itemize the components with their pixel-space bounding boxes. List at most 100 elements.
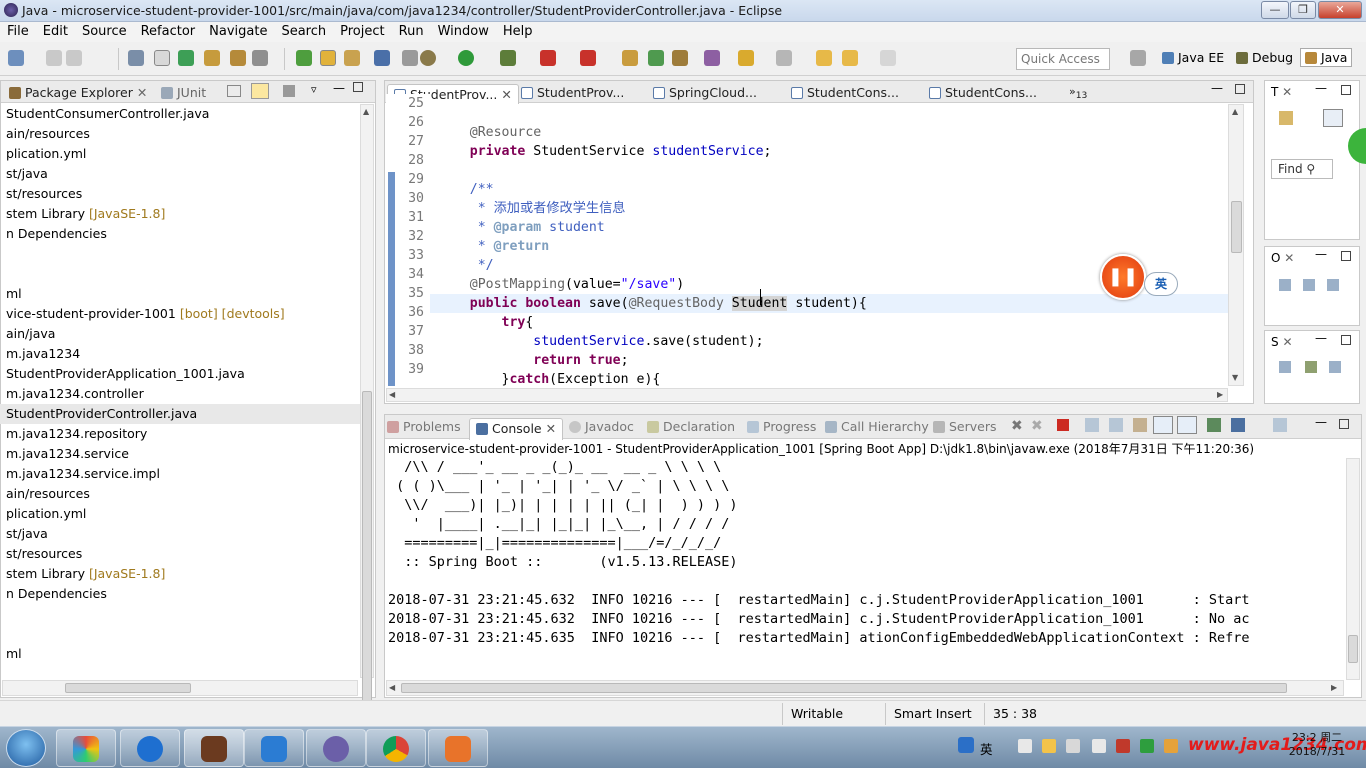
tree-item[interactable]: ain/resources (0, 484, 360, 504)
minimize-console-icon[interactable]: — (1315, 415, 1327, 429)
editor-tab-2[interactable]: StudentProv... (521, 85, 624, 105)
scroll-lock-icon[interactable] (1109, 418, 1123, 432)
tab-declaration[interactable]: Declaration (647, 419, 735, 439)
new-package-icon[interactable] (672, 50, 688, 66)
clear-console-icon[interactable] (1085, 418, 1099, 432)
tray-icon-4[interactable] (1092, 739, 1106, 753)
last-edit-icon[interactable] (880, 50, 896, 66)
forward-icon[interactable] (842, 50, 858, 66)
open-type-icon[interactable] (128, 50, 144, 66)
pin-icon[interactable] (296, 50, 312, 66)
scroll-left-icon[interactable]: ◀ (389, 683, 395, 692)
show-on-stdout-icon[interactable] (1153, 416, 1173, 434)
tree-item[interactable]: m.java1234.service (0, 444, 360, 464)
tree-item[interactable]: st/resources (0, 184, 360, 204)
coverage-icon[interactable] (500, 50, 516, 66)
console-vscroll-thumb[interactable] (1348, 635, 1358, 663)
package-icon[interactable] (230, 50, 246, 66)
maximize-editor-icon[interactable] (1235, 84, 1245, 94)
editor-tab-4[interactable]: StudentCons... (791, 85, 899, 105)
spring-view-icon-3[interactable] (1329, 361, 1341, 373)
find-input[interactable]: Find ⚲ (1271, 159, 1333, 179)
new-interface-icon[interactable] (704, 50, 720, 66)
tree-item[interactable]: st/java (0, 164, 360, 184)
tree-item[interactable]: stem Library [JavaSE-1.8] (0, 204, 360, 224)
build-icon[interactable] (204, 50, 220, 66)
word-wrap-icon[interactable] (1133, 418, 1147, 432)
new-icon[interactable] (8, 50, 24, 66)
scroll-up-icon[interactable]: ▲ (1232, 107, 1238, 116)
open-perspective-icon[interactable] (1130, 50, 1146, 66)
taskbar-app-1[interactable] (56, 729, 116, 767)
menu-source[interactable]: Source (75, 22, 134, 39)
save-icon[interactable] (46, 50, 62, 66)
display-console-icon[interactable] (1231, 418, 1245, 432)
open-task-icon[interactable] (622, 50, 638, 66)
tab-javadoc[interactable]: Javadoc (569, 419, 634, 439)
ime-language[interactable]: 英 (980, 739, 993, 758)
open-console-icon[interactable] (1273, 418, 1287, 432)
tree-item[interactable] (0, 604, 360, 624)
outline-view-tab[interactable]: O ✕ (1271, 251, 1294, 265)
remove-launch-icon[interactable]: ✖ (1011, 418, 1025, 434)
tree-item[interactable]: st/resources (0, 544, 360, 564)
tree-item[interactable]: StudentConsumerController.java (0, 104, 360, 124)
maximize-button[interactable]: ❐ (1290, 1, 1316, 19)
task-view-tab[interactable]: T ✕ (1271, 85, 1292, 99)
menu-run[interactable]: Run (392, 22, 431, 39)
menu-project[interactable]: Project (333, 22, 391, 39)
menu-file[interactable]: File (0, 22, 36, 39)
save-all-icon[interactable] (66, 50, 82, 66)
new-class-icon[interactable] (648, 50, 664, 66)
tree-item[interactable]: StudentProviderApplication_1001.java (0, 364, 360, 384)
minimize-view-icon[interactable]: — (1315, 81, 1327, 95)
quick-access-input[interactable]: Quick Access (1016, 48, 1110, 70)
stop-icon[interactable] (540, 50, 556, 66)
start-button[interactable] (6, 729, 46, 767)
word-wrap-icon[interactable] (402, 50, 418, 66)
minimize-view-icon[interactable]: — (1315, 331, 1327, 345)
tree-item[interactable]: ain/java (0, 324, 360, 344)
outline-hide-fields-icon[interactable] (1327, 279, 1339, 291)
outline-collapse-icon[interactable] (1279, 279, 1291, 291)
tree-item[interactable]: StudentProviderController.java (0, 404, 360, 424)
tab-junit[interactable]: JUnit (161, 85, 206, 105)
view-menu-icon[interactable]: ▿ (311, 83, 317, 96)
package-tree-hscroll-thumb[interactable] (65, 683, 191, 693)
tab-servers[interactable]: Servers (933, 419, 997, 439)
spring-icon[interactable] (178, 50, 194, 66)
terminate-icon[interactable] (1057, 419, 1069, 431)
taskbar-app-7[interactable] (428, 729, 488, 767)
back-icon[interactable] (816, 50, 832, 66)
tab-package-explorer[interactable]: Package Explorer ✕ (9, 85, 147, 105)
maximize-console-icon[interactable] (1339, 419, 1349, 429)
editor-hscrollbar[interactable]: ◀ ▶ (386, 388, 1228, 402)
console-hscroll-thumb[interactable] (401, 683, 1287, 693)
menu-edit[interactable]: Edit (36, 22, 75, 39)
open-resource-icon[interactable] (738, 50, 754, 66)
menu-window[interactable]: Window (431, 22, 496, 39)
toggle-mark-icon[interactable] (154, 50, 170, 66)
scroll-right-icon[interactable]: ▶ (1217, 390, 1223, 399)
perspective-debug[interactable]: Debug (1236, 50, 1293, 65)
scroll-down-icon[interactable]: ▼ (1232, 373, 1238, 382)
maximize-view-icon[interactable] (1341, 335, 1351, 345)
close-button[interactable]: ✕ (1318, 1, 1362, 19)
editor-tab-overflow[interactable]: »13 (1069, 85, 1087, 105)
tray-icon-5[interactable] (1116, 739, 1130, 753)
ime-icon[interactable] (958, 737, 974, 753)
tree-item[interactable]: st/java (0, 524, 360, 544)
tree-item[interactable]: plication.yml (0, 504, 360, 524)
minimize-view-icon[interactable]: — (333, 81, 345, 95)
scroll-up-icon[interactable]: ▲ (363, 107, 369, 116)
taskbar-wps[interactable] (244, 729, 304, 767)
scroll-right-icon[interactable]: ▶ (1331, 683, 1337, 692)
tab-console[interactable]: Console ✕ (469, 418, 564, 440)
debug-icon[interactable] (420, 50, 436, 66)
tree-item[interactable] (0, 624, 360, 644)
scroll-left-icon[interactable]: ◀ (389, 390, 395, 399)
perspective-java[interactable]: Java (1300, 48, 1353, 67)
editor-vscrollbar[interactable]: ▲ ▼ (1228, 104, 1244, 386)
tree-item[interactable] (0, 264, 360, 284)
ime-badge[interactable]: 英 (1144, 272, 1178, 296)
